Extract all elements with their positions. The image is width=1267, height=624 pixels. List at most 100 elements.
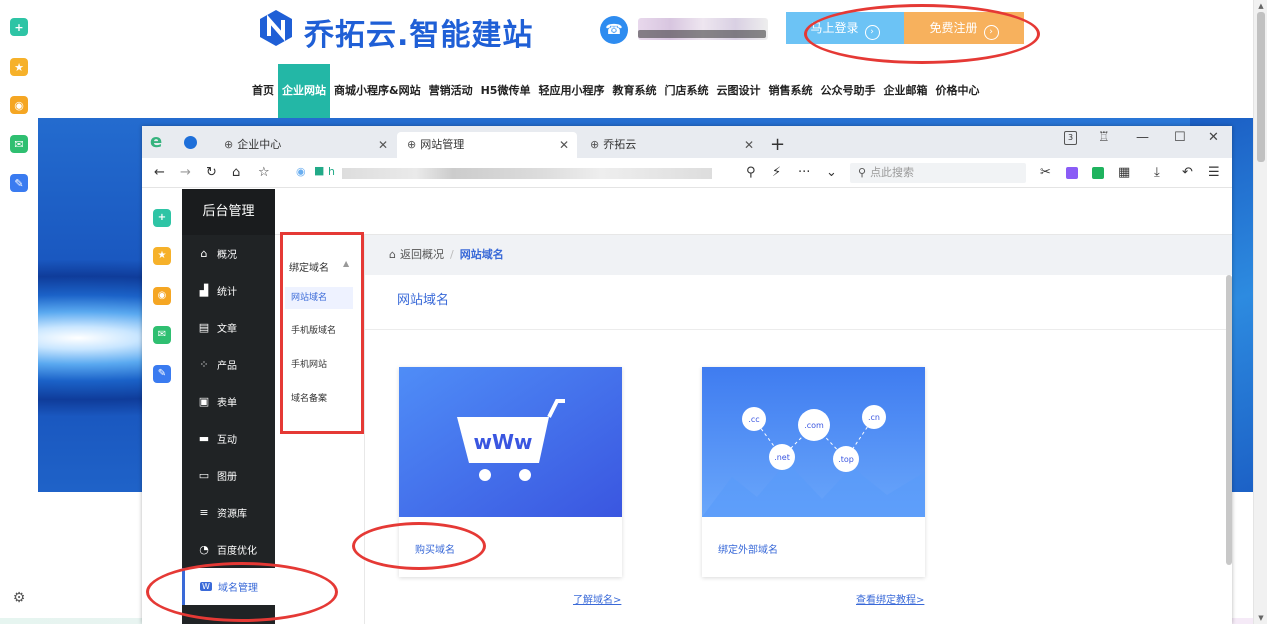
- menu-item-interaction[interactable]: ▬ 互动: [182, 420, 275, 457]
- settings-gear-icon[interactable]: ⚙: [11, 590, 27, 606]
- download-icon[interactable]: ⤓: [1154, 165, 1160, 180]
- search-input[interactable]: ⚲ 点此搜索: [850, 163, 1026, 183]
- bind-tutorial-link[interactable]: 查看绑定教程>: [856, 591, 924, 606]
- nav-item-marketing[interactable]: 营销活动: [425, 64, 477, 118]
- close-icon[interactable]: ✕: [744, 132, 754, 158]
- stats-icon: ▟: [199, 284, 209, 297]
- chat-icon: ▬: [198, 432, 210, 445]
- nav-item-mall[interactable]: 商城小程序&网站: [330, 64, 425, 118]
- inner-icon-rail: + ★ ◉ ✉ ✎: [142, 189, 182, 624]
- shirt-skin-icon[interactable]: ♖: [1098, 130, 1110, 145]
- mail-icon[interactable]: ✉: [10, 135, 28, 153]
- breadcrumb-separator: /: [449, 248, 454, 261]
- admin-title: 后台管理: [182, 189, 275, 235]
- nav-item-education[interactable]: 教育系统: [608, 64, 660, 118]
- home-icon[interactable]: ⌂: [232, 165, 240, 180]
- star-icon[interactable]: ★: [153, 247, 171, 265]
- page-scrollbar[interactable]: ▲ ▼: [1253, 0, 1267, 624]
- weibo-icon[interactable]: ◉: [153, 287, 171, 305]
- plus-app-icon[interactable]: +: [10, 18, 28, 36]
- bind-domain-label[interactable]: 绑定外部域名: [718, 541, 778, 556]
- nav-item-enterprise-site[interactable]: 企业网站: [278, 64, 330, 118]
- menu-item-forms[interactable]: ▣ 表单: [182, 383, 275, 420]
- apps-grid-icon[interactable]: ▦: [1118, 165, 1130, 180]
- tab-qiaotuoyun[interactable]: ⊕ 乔拓云 ✕: [588, 132, 758, 158]
- breadcrumb: ⌂ 返回概况 / 网站域名: [365, 235, 1232, 275]
- globe-icon: ⊕: [590, 138, 600, 151]
- forward-icon[interactable]: →: [180, 165, 191, 180]
- learn-domain-link[interactable]: 了解域名>: [573, 591, 621, 606]
- menu-icon[interactable]: ☰: [1208, 165, 1220, 180]
- globe-icon: ⊕: [224, 138, 234, 151]
- window-close-icon[interactable]: ✕: [1208, 130, 1219, 145]
- menu-item-stats[interactable]: ▟ 统计: [182, 272, 275, 309]
- undo-icon[interactable]: ↶: [1182, 165, 1193, 180]
- menu-item-products[interactable]: ⁘ 产品: [182, 346, 275, 383]
- outer-sidebar: + ★ ◉ ✉ ✎ ⚙: [0, 0, 38, 624]
- close-icon[interactable]: ✕: [378, 132, 388, 158]
- scroll-thumb[interactable]: [1257, 12, 1265, 162]
- tab-label: 网站管理: [420, 138, 465, 151]
- menu-item-overview[interactable]: ⌂ 概况: [182, 235, 275, 272]
- nav-item-home[interactable]: 首页: [248, 64, 278, 118]
- nav-item-store[interactable]: 门店系统: [660, 64, 712, 118]
- translate-icon[interactable]: [1066, 167, 1078, 179]
- favorites-icon[interactable]: ☆: [258, 165, 270, 180]
- reload-icon[interactable]: ↻: [206, 165, 217, 180]
- mail-icon[interactable]: ✉: [153, 326, 171, 344]
- menu-item-articles[interactable]: ▤ 文章: [182, 309, 275, 346]
- note-icon[interactable]: ✎: [10, 174, 28, 192]
- tab-label: 企业中心: [237, 138, 282, 151]
- page-title: 网站域名: [397, 293, 450, 308]
- annotation-circle-buy: [352, 522, 486, 570]
- new-tab-button[interactable]: +: [770, 132, 785, 158]
- nav-item-h5[interactable]: H5微传单: [477, 64, 535, 118]
- address-bar: ← → ↻ ⌂ ☆ ◉ ■ h ⚲ ⚡ ··· ⌄ ⚲ 点此搜索 ✂ ▦ ⤓ ↶ …: [142, 158, 1232, 188]
- nav-item-light-app[interactable]: 轻应用小程序: [534, 64, 608, 118]
- logo-text[interactable]: 乔拓云.智能建站: [304, 10, 533, 54]
- wechat-ext-icon[interactable]: [1092, 167, 1104, 179]
- lightning-icon[interactable]: ⚡: [772, 165, 781, 180]
- home-icon: ⌂: [200, 247, 208, 260]
- admin-topbar: [275, 189, 1232, 235]
- maximize-icon[interactable]: ☐: [1174, 130, 1186, 145]
- chevron-down-icon[interactable]: ⌄: [826, 165, 837, 180]
- star-icon[interactable]: ★: [10, 58, 28, 76]
- menu-item-resources[interactable]: ≡ 资源库: [182, 494, 275, 531]
- product-icon: ⁘: [199, 358, 209, 371]
- menu-label: 产品: [217, 361, 237, 372]
- scroll-up-icon[interactable]: ▲: [1256, 2, 1266, 10]
- weibo-icon[interactable]: ◉: [10, 96, 28, 114]
- breadcrumb-back-link[interactable]: 返回概况: [400, 248, 444, 261]
- nav-item-wechat[interactable]: 公众号助手: [816, 64, 879, 118]
- screen: + ★ ◉ ✉ ✎ ⚙ 乔拓云.智能建站 ☎ 马上登录 › 免费注册 › 首页 企业…: [0, 0, 1267, 624]
- nav-item-pricing[interactable]: 价格中心: [931, 64, 983, 118]
- scissors-icon[interactable]: ✂: [1040, 165, 1051, 180]
- tab-count-badge[interactable]: 3: [1064, 131, 1077, 145]
- back-icon[interactable]: ←: [154, 165, 165, 180]
- main-scrollbar[interactable]: [1226, 275, 1232, 565]
- tag-cc: .cc: [748, 415, 759, 424]
- note-icon[interactable]: ✎: [153, 365, 171, 383]
- url-text: h: [328, 165, 335, 178]
- zoom-icon[interactable]: ⚲: [746, 165, 756, 180]
- plus-app-icon[interactable]: +: [153, 209, 171, 227]
- more-icon[interactable]: ···: [798, 165, 810, 180]
- url-input[interactable]: ◉ ■ h: [294, 163, 734, 183]
- bind-domain-card[interactable]: .cc .com .cn .net .top 绑定外部域名: [702, 367, 925, 577]
- nav-item-sales[interactable]: 销售系统: [764, 64, 816, 118]
- close-icon[interactable]: ✕: [559, 132, 569, 158]
- seo-icon: ◔: [199, 543, 209, 556]
- menu-label: 统计: [217, 287, 237, 298]
- menu-item-album[interactable]: ▭ 图册: [182, 457, 275, 494]
- menu-label: 概况: [217, 250, 237, 261]
- minimize-icon[interactable]: —: [1136, 130, 1149, 145]
- blurred-url: [342, 168, 712, 179]
- scroll-down-icon[interactable]: ▼: [1256, 614, 1266, 622]
- nav-item-design[interactable]: 云图设计: [712, 64, 764, 118]
- nav-item-email[interactable]: 企业邮箱: [879, 64, 931, 118]
- tab-enterprise-center[interactable]: ⊕ 企业中心 ✕: [222, 132, 392, 158]
- tab-site-manage[interactable]: ⊕ 网站管理 ✕: [397, 132, 577, 158]
- phone-icon: ☎: [600, 16, 628, 44]
- compass-icon[interactable]: [184, 136, 197, 149]
